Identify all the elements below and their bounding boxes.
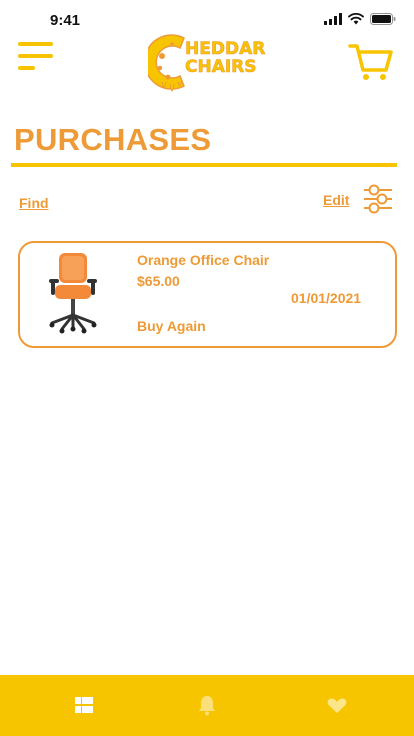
status-icons <box>324 13 396 25</box>
purchase-card[interactable]: Orange Office Chair $65.00 01/01/2021 Bu… <box>18 241 397 348</box>
battery-icon <box>370 13 396 25</box>
nav-orders[interactable] <box>72 693 96 717</box>
cheddar-chairs-logo: HEDDAR CHAIRS <box>143 30 266 100</box>
filter-button[interactable] <box>362 183 394 215</box>
sliders-icon <box>364 184 392 214</box>
nav-notifications[interactable] <box>195 693 219 717</box>
find-link[interactable]: Find <box>19 195 49 211</box>
page-title: PURCHASES <box>14 122 212 157</box>
bottom-nav <box>0 675 414 736</box>
product-price: $65.00 <box>137 273 180 289</box>
app-header: HEDDAR CHAIRS <box>0 30 414 110</box>
product-name: Orange Office Chair <box>137 252 270 268</box>
wifi-icon <box>348 13 364 25</box>
edit-link[interactable]: Edit <box>323 192 349 208</box>
nav-favorites[interactable] <box>325 693 349 717</box>
heart-icon <box>327 698 347 713</box>
logo-text-line2: CHAIRS <box>185 57 257 77</box>
logo-text-line1: HEDDAR <box>185 39 265 59</box>
signal-icon <box>324 13 342 25</box>
buy-again-button[interactable]: Buy Again <box>137 318 206 334</box>
orange-office-chair-image <box>49 253 97 334</box>
status-time: 9:41 <box>50 12 81 29</box>
grid-list-icon <box>75 697 93 713</box>
menu-button[interactable] <box>18 40 54 74</box>
shopping-cart-icon <box>348 44 393 80</box>
cart-button[interactable] <box>348 42 394 82</box>
purchase-date: 01/01/2021 <box>291 290 362 306</box>
bell-icon <box>199 696 215 716</box>
title-underline <box>11 163 397 167</box>
hamburger-menu-icon <box>18 42 53 70</box>
